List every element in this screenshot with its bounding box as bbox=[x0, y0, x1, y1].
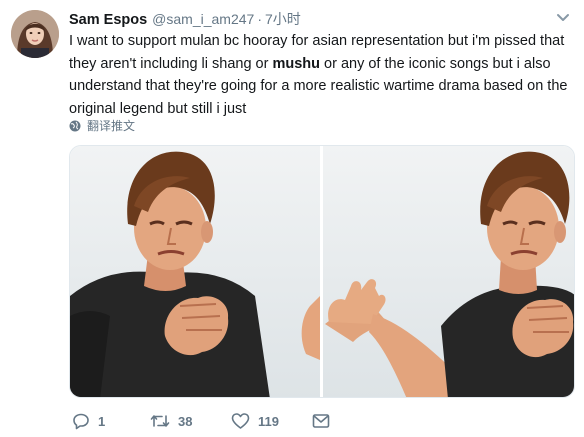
direct-message-button[interactable] bbox=[312, 410, 338, 432]
retweet-button[interactable]: 38 bbox=[150, 410, 192, 432]
tweet-text-bold: mushu bbox=[272, 55, 321, 72]
tweet-card: Sam Espos @sam_i_am247 · 7小时 I want to s… bbox=[0, 0, 584, 437]
tweet-header: Sam Espos @sam_i_am247 · 7小时 bbox=[69, 9, 301, 29]
like-button[interactable]: 119 bbox=[231, 410, 279, 432]
timestamp[interactable]: 7小时 bbox=[265, 9, 301, 29]
chevron-down-icon[interactable] bbox=[556, 13, 570, 23]
reply-icon bbox=[73, 413, 89, 430]
tweet-media[interactable] bbox=[69, 145, 575, 398]
tweet-text: I want to support mulan bc hooray for as… bbox=[69, 30, 574, 120]
envelope-icon bbox=[312, 414, 330, 428]
globe-icon bbox=[69, 120, 81, 131]
translate-label: 翻译推文 bbox=[87, 119, 136, 133]
reply-count: 1 bbox=[98, 413, 106, 429]
reply-button[interactable]: 1 bbox=[72, 410, 105, 432]
heart-icon bbox=[231, 413, 250, 429]
translate-tweet-link[interactable]: 翻译推文 bbox=[69, 117, 135, 134]
avatar[interactable] bbox=[11, 10, 59, 58]
separator-dot: · bbox=[257, 11, 262, 27]
retweet-count: 38 bbox=[178, 413, 193, 429]
tweet-actions: 1 38 119 bbox=[69, 410, 574, 432]
user-handle[interactable]: @sam_i_am247 bbox=[152, 11, 254, 27]
like-count: 119 bbox=[258, 413, 279, 429]
retweet-icon bbox=[150, 415, 170, 427]
media-image-right[interactable] bbox=[323, 146, 574, 397]
display-name[interactable]: Sam Espos bbox=[69, 12, 147, 28]
media-image-left[interactable] bbox=[70, 146, 320, 397]
